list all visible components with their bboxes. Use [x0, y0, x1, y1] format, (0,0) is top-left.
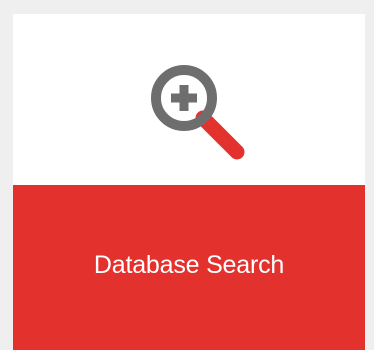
label-band: Database Search [13, 185, 365, 350]
magnifier-plus-icon [151, 65, 245, 160]
icon-area [13, 14, 365, 185]
database-search-tile[interactable]: Database Search [13, 14, 365, 350]
tile-label: Database Search [93, 251, 285, 279]
